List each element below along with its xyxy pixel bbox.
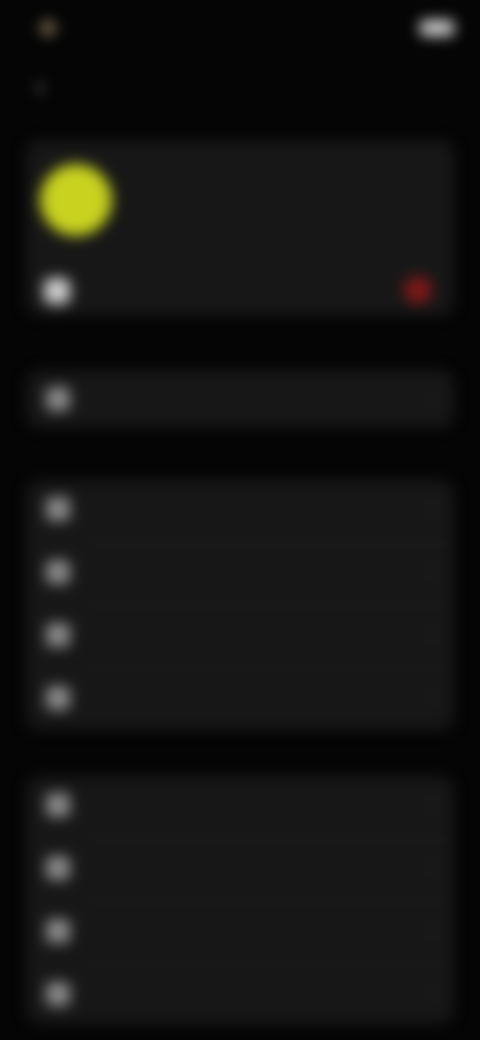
info-icon [46,793,70,817]
list-item[interactable]: › [26,370,454,428]
chevron-right-icon: › [430,388,436,408]
chat-icon [46,919,70,943]
chevron-right-icon: › [430,920,436,940]
list-item[interactable]: › [26,902,454,960]
list-item[interactable]: › [26,965,454,1023]
list-item[interactable]: › [26,839,454,897]
notification-icon [40,20,56,36]
single-item-card[interactable]: › [26,370,454,428]
list-item[interactable]: › [26,776,454,834]
folder-icon [46,686,70,710]
star-icon [46,982,70,1006]
list-item[interactable]: › [26,480,454,538]
avatar[interactable] [40,164,112,236]
back-arrow-icon[interactable]: ‹ [36,72,64,100]
chevron-right-icon: › [430,498,436,518]
globe-icon [46,623,70,647]
settings-screen: ‹ › › › › › › › › › [0,0,480,1040]
list-item[interactable]: › [26,543,454,601]
chevron-right-icon: › [430,857,436,877]
chevron-right-icon: › [430,687,436,707]
chevron-right-icon: › [430,794,436,814]
status-left [40,20,66,36]
help-icon [46,856,70,880]
chevron-right-icon: › [430,983,436,1003]
settings-icon [46,497,70,521]
list-item[interactable]: › [26,606,454,664]
profile-card[interactable] [26,140,454,316]
settings-group-2: › › › › [26,776,454,1024]
item-icon [46,387,70,411]
list-item[interactable]: › [26,669,454,727]
status-right [410,20,454,36]
profile-row-icon [44,278,70,304]
battery-icon [420,20,454,36]
notification-badge [404,276,432,304]
list-icon [46,560,70,584]
profile-row[interactable] [26,264,454,316]
chevron-right-icon: › [430,561,436,581]
top-bar: ‹ [0,58,480,114]
status-bar [0,0,480,56]
chevron-right-icon: › [430,624,436,644]
settings-group-1: › › › › [26,480,454,730]
